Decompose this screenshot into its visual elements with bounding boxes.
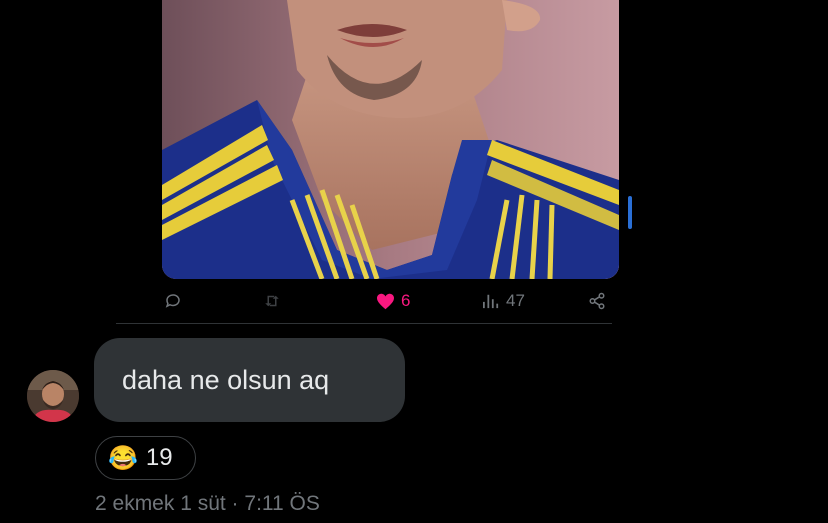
reaction-pill[interactable]: 😂 19	[95, 436, 196, 480]
like-count: 6	[401, 291, 411, 310]
repost-icon	[265, 295, 279, 307]
scrollbar[interactable]	[628, 196, 632, 229]
repost-button[interactable]	[262, 292, 282, 310]
reply-icon	[165, 294, 180, 308]
views-button[interactable]: 47	[482, 291, 525, 311]
message-text: daha ne olsun aq	[122, 364, 330, 395]
divider	[116, 323, 612, 324]
post-media-image[interactable]	[162, 0, 619, 279]
laughing-emoji-icon: 😂	[108, 444, 138, 472]
message-bubble[interactable]: daha ne olsun aq	[94, 338, 405, 422]
reply-button[interactable]	[164, 292, 182, 310]
views-count: 47	[506, 291, 525, 310]
share-icon	[589, 292, 605, 310]
like-button[interactable]: 6	[376, 291, 410, 311]
avatar[interactable]	[27, 370, 79, 422]
views-icon	[483, 294, 499, 309]
share-button[interactable]	[588, 292, 606, 310]
message-meta: 2 ekmek 1 süt · 7:11 ÖS	[95, 492, 320, 515]
football-player-photo	[162, 0, 619, 279]
post-action-bar: 6 47	[162, 288, 619, 314]
reaction-count: 19	[145, 444, 173, 471]
heart-icon	[377, 293, 394, 309]
user-avatar	[27, 370, 79, 422]
